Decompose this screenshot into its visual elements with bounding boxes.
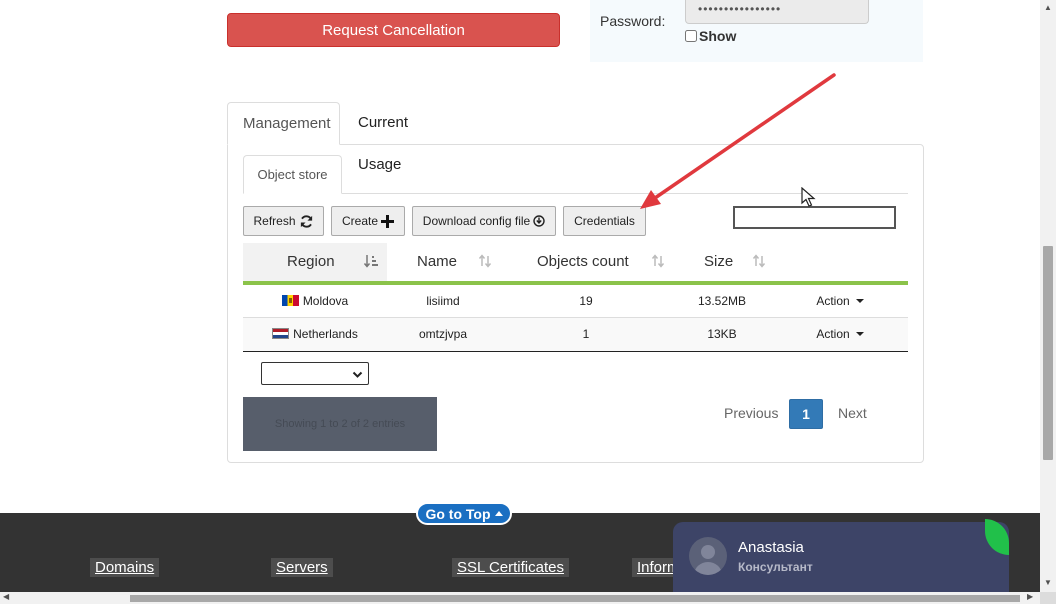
objects-count-cell: 19 <box>579 294 593 308</box>
pagination-previous[interactable]: Previous <box>724 405 778 421</box>
credentials-button[interactable]: Credentials <box>563 206 646 236</box>
request-cancellation-button[interactable]: Request Cancellation <box>227 13 560 47</box>
column-size-label: Size <box>704 253 734 270</box>
chevron-down-icon <box>352 371 363 378</box>
column-header-name[interactable]: Name <box>387 243 499 285</box>
mouse-cursor-icon <box>801 187 816 207</box>
entries-length-select[interactable] <box>261 362 369 385</box>
table-row: Moldova lisiimd 19 13.52MB Action <box>243 285 908 318</box>
pagination-next[interactable]: Next <box>838 405 867 421</box>
scroll-left-icon[interactable]: ◀ <box>3 592 9 601</box>
sort-asc-icon <box>363 254 379 270</box>
avatar <box>689 537 727 575</box>
table-bottom-border <box>243 351 908 352</box>
size-cell: 13KB <box>707 327 737 341</box>
table-search-input[interactable] <box>733 206 896 229</box>
password-label: Password: <box>600 13 666 29</box>
refresh-icon <box>300 214 312 228</box>
scroll-right-icon[interactable]: ▶ <box>1027 592 1033 601</box>
action-dropdown[interactable]: Action <box>803 285 877 317</box>
column-header-size[interactable]: Size <box>673 243 771 285</box>
download-config-label: Download config file <box>422 214 531 228</box>
create-label: Create <box>341 214 379 228</box>
action-label: Action <box>816 327 850 341</box>
column-name-label: Name <box>417 253 458 270</box>
password-field[interactable]: •••••••••••••••• <box>685 0 869 24</box>
scroll-down-icon[interactable]: ▼ <box>1044 578 1052 587</box>
credentials-label: Credentials <box>574 214 635 228</box>
region-name: Moldova <box>302 294 349 308</box>
tab-object-store[interactable]: Object store <box>243 155 342 194</box>
horizontal-scrollbar[interactable]: ◀ ▶ <box>0 592 1040 604</box>
region-cell: Netherlands <box>243 318 387 350</box>
password-panel: Password: •••••••••••••••• Show <box>590 0 923 62</box>
table-row: Netherlands omtzjvpa 1 13KB Action <box>243 318 908 351</box>
sort-both-icon <box>751 254 767 270</box>
action-label: Action <box>816 294 850 308</box>
create-button[interactable]: Create <box>331 206 405 236</box>
table-header: Region Name Objects count Size <box>243 243 908 285</box>
column-header-action <box>771 243 908 285</box>
footer-link-ssl-certificates[interactable]: SSL Certificates <box>452 558 569 577</box>
region-cell: Moldova <box>243 285 387 317</box>
size-cell: 13.52MB <box>697 294 747 308</box>
refresh-button[interactable]: Refresh <box>243 206 324 236</box>
download-config-button[interactable]: Download config file <box>412 206 556 236</box>
netherlands-flag-icon <box>272 328 290 339</box>
tab-current-usage[interactable]: Current Usage <box>343 102 423 173</box>
column-region-label: Region <box>287 253 335 270</box>
show-password-toggle[interactable]: Show <box>685 28 736 44</box>
page: Request Cancellation Password: •••••••••… <box>0 0 1040 604</box>
scrollbar-corner <box>1040 592 1056 604</box>
column-header-objects-count[interactable]: Objects count <box>499 243 673 285</box>
scroll-up-icon[interactable]: ▲ <box>1044 3 1052 12</box>
sort-both-icon <box>650 254 666 270</box>
footer-link-servers[interactable]: Servers <box>271 558 333 577</box>
column-objects-label: Objects count <box>537 253 629 270</box>
table-info: Showing 1 to 2 of 2 entries <box>243 397 437 451</box>
go-to-top-button[interactable]: Go to Top <box>416 502 512 525</box>
show-password-label: Show <box>699 28 737 44</box>
region-name: Netherlands <box>293 327 358 341</box>
caret-up-icon <box>494 511 503 516</box>
plus-icon <box>381 214 395 228</box>
chat-agent-role: Консультант <box>738 560 813 574</box>
vertical-scrollbar[interactable]: ▲ ▼ <box>1040 0 1056 604</box>
horizontal-scroll-thumb[interactable] <box>130 595 1020 602</box>
sort-both-icon <box>477 254 493 270</box>
user-icon <box>694 545 722 575</box>
objects-count-cell: 1 <box>582 327 590 341</box>
name-cell: lisiimd <box>426 294 460 308</box>
chat-agent-name: Anastasia <box>738 539 804 556</box>
download-circle-icon <box>533 215 545 227</box>
moldova-flag-icon <box>281 295 299 306</box>
refresh-label: Refresh <box>253 214 296 228</box>
caret-down-icon <box>855 332 864 336</box>
go-to-top-label: Go to Top <box>425 505 491 522</box>
show-password-checkbox[interactable] <box>685 30 697 42</box>
footer-link-domains[interactable]: Domains <box>90 558 160 577</box>
name-cell: omtzjvpa <box>418 327 468 341</box>
column-header-region[interactable]: Region <box>243 243 387 285</box>
caret-down-icon <box>855 299 864 303</box>
tab-management[interactable]: Management <box>227 102 340 145</box>
pagination-page-1[interactable]: 1 <box>789 399 823 429</box>
vertical-scroll-thumb[interactable] <box>1043 246 1053 460</box>
chat-widget[interactable]: Anastasia Консультант <box>673 522 1009 592</box>
action-dropdown[interactable]: Action <box>803 318 877 350</box>
